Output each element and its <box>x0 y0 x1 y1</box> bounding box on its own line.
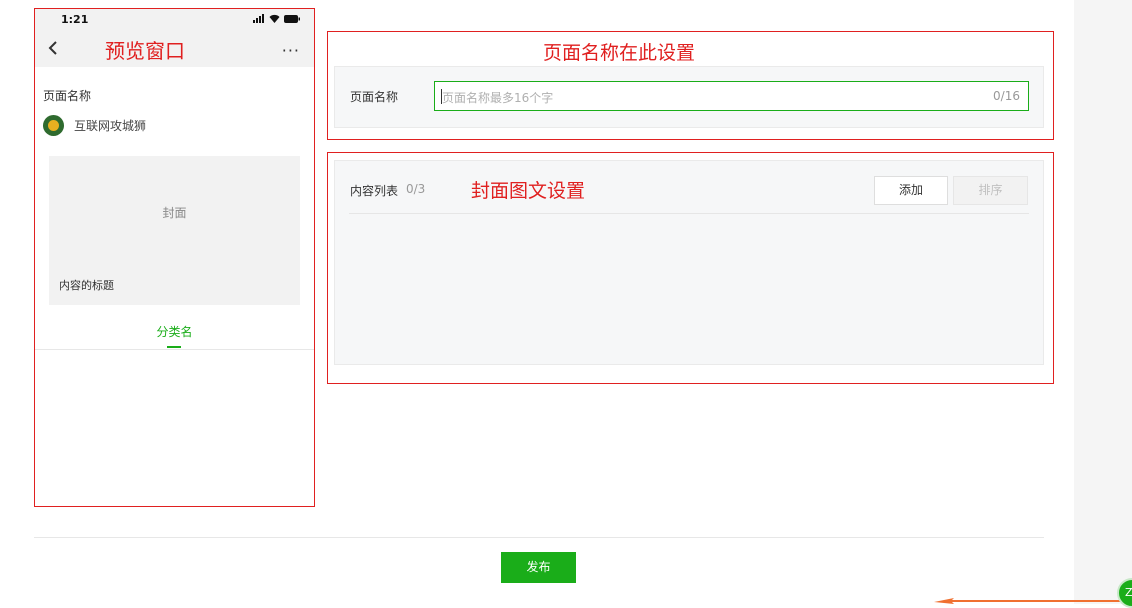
preview-phone: 1:21 预览窗口 ··· 页面名称 互联网攻城狮 封面 内容的标题 分类名 <box>34 8 315 507</box>
status-icons <box>253 14 300 23</box>
avatar <box>43 115 64 136</box>
wifi-icon <box>269 14 280 23</box>
preview-page-name: 页面名称 <box>43 89 92 103</box>
content-list-label: 内容列表 <box>350 184 399 198</box>
page-name-label: 页面名称 <box>350 90 399 104</box>
page-name-panel: 页面名称 页面名称最多16个字 0/16 <box>334 66 1044 128</box>
content-list-section: 内容列表 0/3 封面图文设置 添加 排序 <box>327 152 1054 384</box>
cover-article-annotation: 封面图文设置 <box>471 180 586 202</box>
status-bar: 1:21 <box>35 9 314 31</box>
battery-icon <box>284 14 300 23</box>
page-name-section: 页面名称在此设置 页面名称 页面名称最多16个字 0/16 <box>327 31 1054 140</box>
content-list-counter: 0/3 <box>406 182 426 196</box>
page-name-placeholder: 页面名称最多16个字 <box>442 91 554 105</box>
page-name-input[interactable]: 页面名称最多16个字 0/16 <box>434 81 1029 111</box>
page-name-annotation: 页面名称在此设置 <box>543 42 696 64</box>
category-tab-underline <box>167 346 181 348</box>
account-name: 互联网攻城狮 <box>74 119 147 133</box>
tab-divider <box>35 349 314 350</box>
right-gutter <box>1074 0 1132 604</box>
footer-divider <box>34 537 1044 538</box>
content-list-panel: 内容列表 0/3 封面图文设置 添加 排序 <box>334 160 1044 365</box>
page-name-counter: 0/16 <box>993 89 1020 103</box>
more-icon[interactable]: ··· <box>282 41 300 60</box>
arrow-icon <box>934 598 1132 604</box>
add-button[interactable]: 添加 <box>874 176 948 205</box>
sort-button[interactable]: 排序 <box>953 176 1028 205</box>
cover-title: 内容的标题 <box>59 279 114 292</box>
back-icon[interactable] <box>45 39 61 57</box>
preview-window-annotation: 预览窗口 <box>105 39 185 63</box>
signal-icon <box>253 14 264 23</box>
content-divider <box>349 213 1029 214</box>
publish-button[interactable]: 发布 <box>501 552 576 583</box>
status-time: 1:21 <box>61 13 89 26</box>
cover-label: 封面 <box>162 206 187 220</box>
account-row: 互联网攻城狮 <box>43 115 146 136</box>
phone-nav-bar: 预览窗口 ··· <box>35 31 314 67</box>
cover-card: 封面 内容的标题 <box>49 156 300 305</box>
category-tab[interactable]: 分类名 <box>35 323 314 340</box>
